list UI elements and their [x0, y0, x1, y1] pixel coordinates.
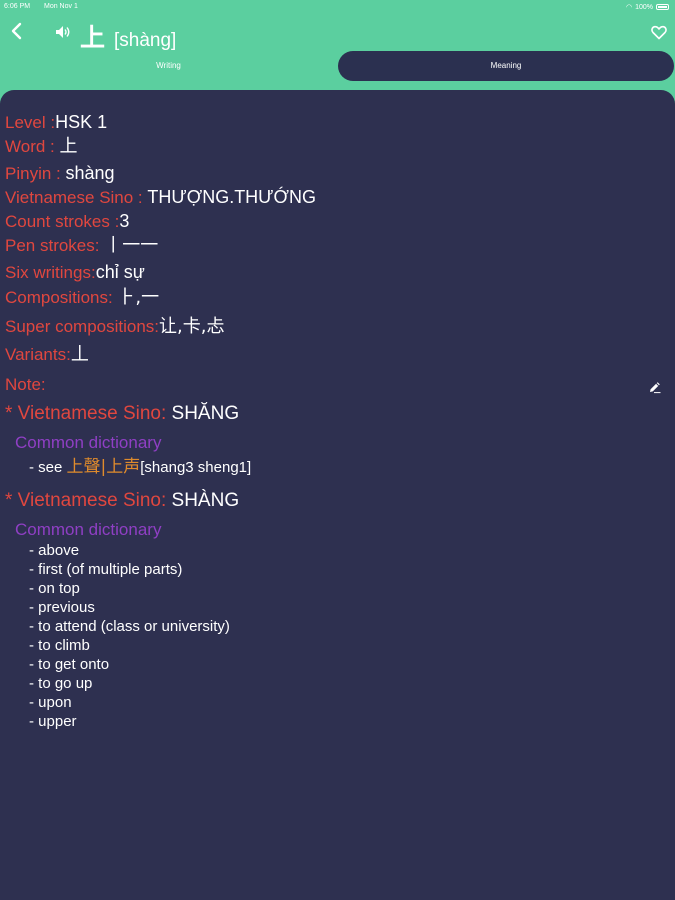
status-time: 6:06 PM [4, 3, 31, 10]
cross-reference-link[interactable]: 上聲|上声 [67, 457, 141, 477]
detail-value: ⺊,一 [117, 287, 160, 308]
tab-writing[interactable]: Writing [0, 51, 337, 81]
detail-pen-strokes: Pen strokes: 丨一一 [5, 236, 158, 256]
back-button[interactable] [8, 22, 26, 42]
speaker-icon[interactable] [55, 24, 71, 40]
detail-label: Variants: [5, 345, 71, 364]
title-pinyin: [shàng] [114, 30, 177, 51]
sino-heading: * Vietnamese Sino: SHĂNG [5, 402, 239, 426]
detail-value: 丄 [70, 344, 89, 365]
sino-heading-value: SHÀNG [171, 490, 240, 511]
battery-icon [656, 4, 669, 10]
heart-icon[interactable] [651, 25, 667, 40]
sino-heading-label: * Vietnamese Sino: [5, 403, 172, 424]
detail-label: Compositions: [5, 288, 118, 307]
detail-label: Pen strokes: [5, 236, 105, 255]
detail-pinyin: Pinyin : shàng [5, 163, 115, 184]
definition-suffix: [shang3 sheng1] [140, 459, 252, 476]
detail-value: shàng [65, 163, 115, 183]
detail-value: 上 [59, 136, 78, 157]
detail-value: HSK 1 [55, 112, 108, 132]
detail-vietnamese-sino: Vietnamese Sino : THƯỢNG.THƯỚNG [5, 187, 316, 208]
detail-value: 丨一一 [104, 235, 159, 256]
meaning-panel: Level :HSK 1 Word : 上 Pinyin : shàng Vie… [0, 90, 675, 900]
detail-value: THƯỢNG.THƯỚNG [147, 187, 316, 207]
detail-label: Count strokes : [5, 212, 120, 231]
definition-item: - upon [29, 694, 72, 711]
page-title: 上 [shàng] [80, 18, 176, 54]
tab-meaning[interactable]: Meaning [338, 51, 674, 81]
detail-value: chỉ sự [95, 262, 145, 282]
note-row: Note: [5, 375, 46, 395]
detail-value: 3 [119, 211, 130, 231]
header: 上 [shàng] [0, 14, 675, 54]
detail-six-writings: Six writings:chỉ sự [5, 262, 145, 283]
back-chevron-icon [11, 22, 22, 40]
definition-item: - to climb [29, 637, 90, 654]
definition-item: - on top [29, 580, 80, 597]
status-indicators: ◠ 100% [626, 3, 669, 11]
detail-label: Six writings: [5, 263, 96, 282]
sino-heading-label: * Vietnamese Sino: [5, 490, 172, 511]
dictionary-title: Common dictionary [15, 520, 162, 539]
note-label: Note: [5, 375, 46, 394]
detail-super-compositions: Super compositions:让,卡,忐 [5, 317, 224, 337]
detail-value: 让,卡,忐 [159, 316, 225, 337]
definition-item: - previous [29, 599, 95, 616]
dictionary-title: Common dictionary [15, 433, 162, 452]
definition-item: - to go up [29, 675, 93, 692]
definition-item: - upper [29, 713, 77, 730]
sino-heading-value: SHĂNG [171, 403, 240, 424]
sino-heading: * Vietnamese Sino: SHÀNG [5, 489, 239, 513]
definition-item: - above [29, 542, 80, 559]
detail-label: Level : [5, 113, 56, 132]
status-bar: 6:06 PM Mon Nov 1 ◠ 100% [0, 0, 675, 14]
definition-item: - to attend (class or university) [29, 618, 230, 635]
wifi-icon: ◠ [625, 4, 633, 11]
definition-item: - to get onto [29, 656, 110, 673]
battery-percent: 100% [635, 3, 653, 11]
title-character: 上 [80, 23, 106, 52]
detail-variants: Variants:丄 [5, 345, 89, 365]
status-date: Mon Nov 1 [44, 3, 78, 10]
detail-count-strokes: Count strokes :3 [5, 211, 129, 232]
detail-label: Super compositions: [5, 317, 160, 336]
edit-pencil-icon[interactable] [648, 380, 662, 394]
detail-compositions: Compositions: ⺊,一 [5, 288, 159, 308]
detail-label: Pinyin : [5, 164, 66, 183]
detail-level: Level :HSK 1 [5, 112, 107, 133]
detail-label: Vietnamese Sino : [5, 188, 148, 207]
definition-item: - first (of multiple parts) [29, 561, 183, 578]
definition-prefix: - see [29, 459, 67, 476]
detail-word: Word : 上 [5, 137, 77, 157]
detail-label: Word : [5, 137, 60, 156]
tab-bar: Writing Meaning [0, 50, 675, 81]
definition-item: - see 上聲|上声[shang3 sheng1] [29, 458, 251, 477]
